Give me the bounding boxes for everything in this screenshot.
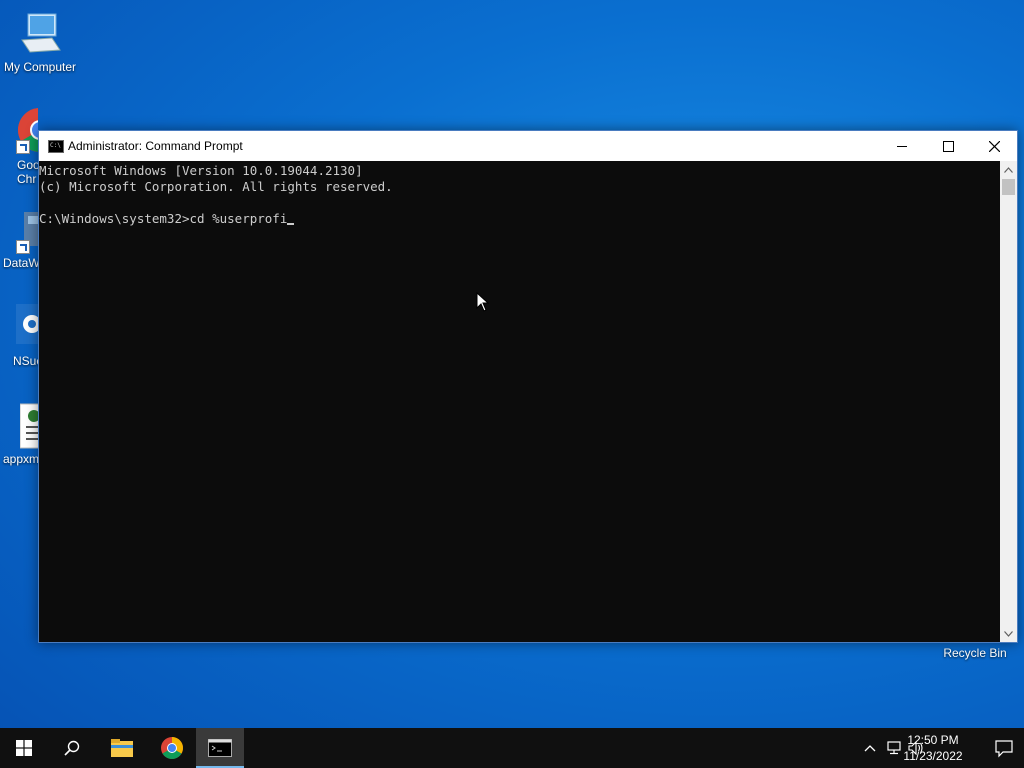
scroll-thumb[interactable] [1002,179,1015,195]
console-prompt-line[interactable]: C:\Windows\system32>cd %userprofi [39,211,1000,227]
search-icon [64,740,80,756]
close-icon [988,140,1000,152]
command-prompt-window[interactable]: Administrator: Command Prompt Microsoft … [38,130,1018,643]
title-bar[interactable]: Administrator: Command Prompt [39,131,1017,161]
minimize-icon [897,145,907,147]
desktop-icon-google-chrome[interactable] [0,106,38,154]
maximize-icon [942,140,954,152]
scroll-up-button[interactable] [1000,161,1017,178]
notification-icon [995,740,1013,758]
desktop-icon-appxm[interactable]: appxm [0,402,38,466]
desktop-icon-nsuc[interactable]: NSuc [0,304,38,368]
text-cursor [287,223,295,225]
maximize-button[interactable] [925,131,971,161]
command-prompt-icon [48,140,64,153]
shortcut-arrow-icon [16,240,30,254]
desktop-icon-label: My Computer [3,60,77,74]
clock-date: 11/23/2022 [903,749,963,763]
minimize-button[interactable] [879,131,925,161]
chevron-up-icon [1004,166,1013,173]
action-center-button[interactable] [994,738,1014,758]
mouse-pointer-icon [476,292,490,312]
app-icon [16,206,38,254]
clock[interactable]: 12:50 PM 11/23/2022 [898,732,968,764]
command-prompt-icon [208,739,232,757]
chrome-icon [161,737,183,759]
vertical-scrollbar[interactable] [1000,161,1017,642]
console-line: Microsoft Windows [Version 10.0.19044.21… [39,163,363,178]
window-title: Administrator: Command Prompt [68,139,243,153]
close-button[interactable] [971,131,1017,161]
console-output[interactable]: Microsoft Windows [Version 10.0.19044.21… [39,161,1000,642]
chevron-up-icon [864,745,876,752]
taskbar: 12:50 PM 11/23/2022 [0,728,1024,768]
file-explorer-button[interactable] [98,728,146,768]
console-line: (c) Microsoft Corporation. All rights re… [39,179,393,194]
system-tray: 12:50 PM 11/23/2022 [824,728,1024,768]
shortcut-arrow-icon [16,140,30,154]
start-button[interactable] [0,728,48,768]
desktop-icon-my-computer[interactable]: My Computer [0,10,80,74]
windows-logo-icon [16,740,32,756]
clock-time: 12:50 PM [907,733,959,747]
chrome-icon [16,106,38,154]
gear-icon [16,304,38,352]
computer-icon [16,10,64,58]
document-icon [19,402,38,450]
desktop-icon-dataw[interactable]: DataW [0,206,38,270]
desktop-icon-label: appxm [3,452,38,466]
chrome-taskbar-button[interactable] [148,728,196,768]
console-input: C:\Windows\system32>cd %userprofi [39,211,288,226]
chevron-down-icon [1004,630,1013,637]
desktop-icon-label: NSuc [13,354,38,368]
show-hidden-icons-button[interactable] [860,738,880,758]
folder-icon [111,739,133,757]
command-prompt-taskbar-button[interactable] [196,728,244,768]
scroll-down-button[interactable] [1000,625,1017,642]
desktop-icon-label: Recycle Bin [943,646,1007,660]
search-button[interactable] [48,728,96,768]
desktop-icon-label: DataW [3,256,38,270]
